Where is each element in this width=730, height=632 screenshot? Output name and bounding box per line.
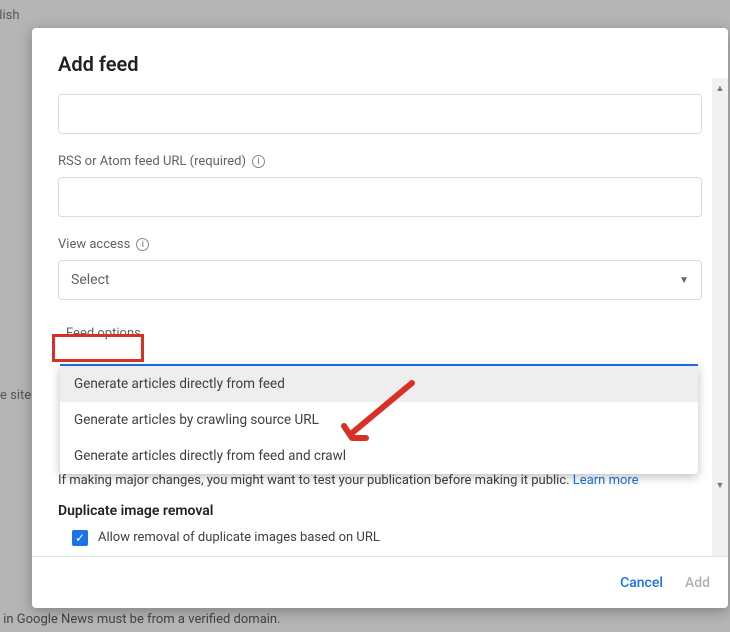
learn-more-link[interactable]: Learn more xyxy=(573,473,639,488)
checkbox-url[interactable]: ✓ xyxy=(72,530,88,546)
duplicate-image-removal-title: Duplicate image removal xyxy=(58,503,213,519)
modal-title: Add feed xyxy=(58,52,702,76)
help-text: If making major changes, you might want … xyxy=(58,473,698,488)
scroll-down-icon[interactable]: ▼ xyxy=(715,480,725,490)
rss-url-input[interactable] xyxy=(58,177,702,217)
view-access-value: Select xyxy=(71,272,109,288)
modal-footer: Cancel Add xyxy=(32,556,728,608)
feed-options-dropdown: Generate articles directly from feed Gen… xyxy=(60,366,698,474)
dropdown-option-generate-from-feed[interactable]: Generate articles directly from feed xyxy=(60,366,698,402)
rss-url-label: RSS or Atom feed URL (required) i xyxy=(58,154,702,169)
modal-body: ▲ ▼ Add feed RSS or Atom feed URL (requi… xyxy=(32,28,728,556)
view-access-label: View access i xyxy=(58,237,702,252)
info-icon[interactable]: i xyxy=(252,155,265,168)
add-feed-modal: ▲ ▼ Add feed RSS or Atom feed URL (requi… xyxy=(32,28,728,608)
checkbox-row-url: ✓ Allow removal of duplicate images base… xyxy=(72,530,698,546)
scroll-up-icon[interactable]: ▲ xyxy=(715,83,725,93)
rss-url-label-text: RSS or Atom feed URL (required) xyxy=(58,154,246,169)
cancel-button[interactable]: Cancel xyxy=(620,575,663,591)
view-access-select[interactable]: Select ▼ xyxy=(58,260,702,300)
dropdown-option-crawl-source-url[interactable]: Generate articles by crawling source URL xyxy=(60,402,698,438)
help-text-prefix: If making major changes, you might want … xyxy=(58,473,573,488)
chevron-down-icon: ▼ xyxy=(679,275,689,286)
background-bottom-fragment: in Google News must be from a verified d… xyxy=(0,612,281,627)
dropdown-option-feed-and-crawl[interactable]: Generate articles directly from feed and… xyxy=(60,438,698,474)
add-button[interactable]: Add xyxy=(685,575,710,591)
feed-name-input[interactable] xyxy=(58,94,702,134)
view-access-label-text: View access xyxy=(58,237,130,252)
feed-options-label: Feed options xyxy=(58,322,149,345)
checkbox-url-label: Allow removal of duplicate images based … xyxy=(98,530,380,545)
background-tab-fragment: blish xyxy=(0,8,20,23)
info-icon[interactable]: i xyxy=(136,238,149,251)
